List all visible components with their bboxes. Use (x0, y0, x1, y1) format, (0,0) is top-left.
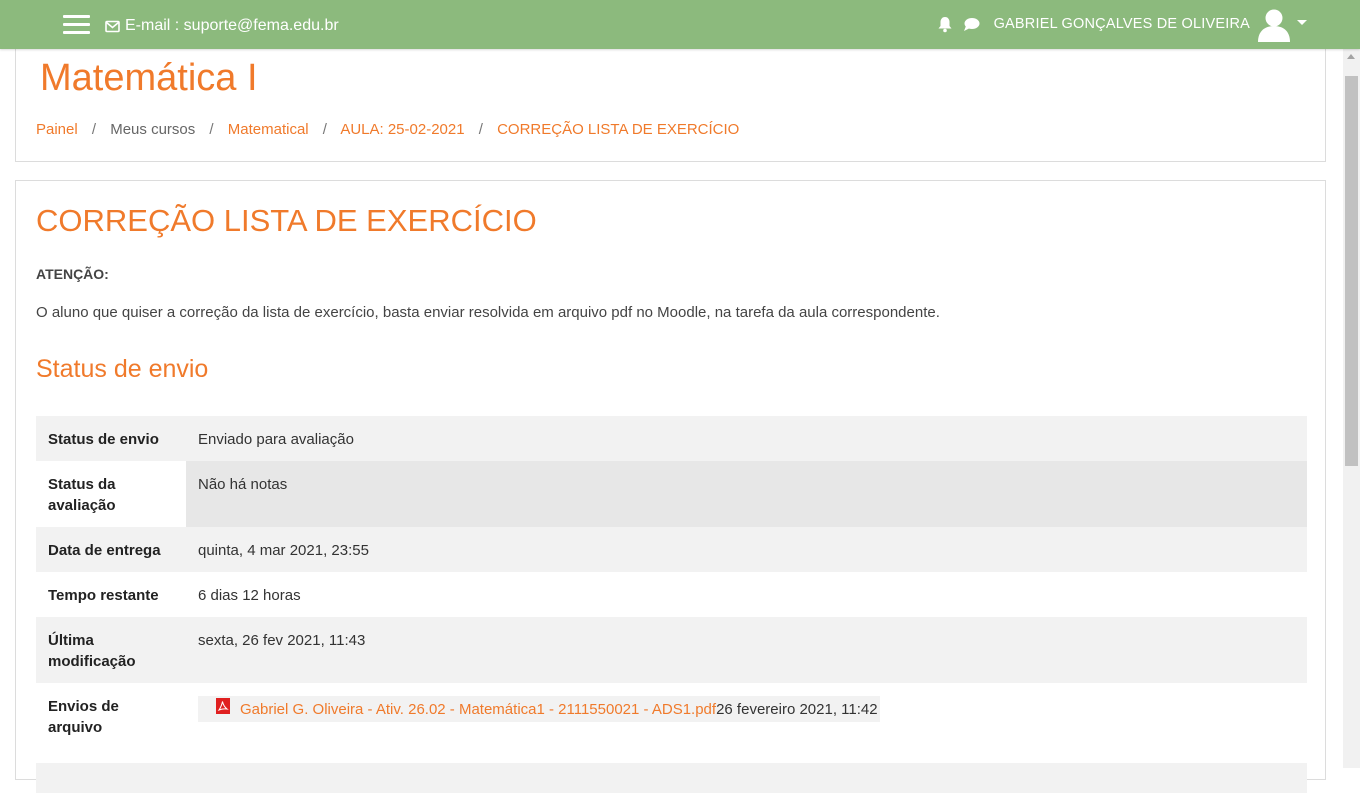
assignment-content: CORREÇÃO LISTA DE EXERCÍCIO ATENÇÃO: O a… (15, 180, 1326, 793)
submission-status-table: Status de envio Enviado para avaliação S… (36, 416, 1307, 793)
page-header: Matemática I Painel / Meus cursos / Mate… (15, 43, 1326, 162)
caret-down-icon[interactable] (1297, 20, 1307, 25)
grading-status-value: Não há notas (186, 461, 1307, 527)
breadcrumb-course[interactable]: Matematical (228, 121, 309, 138)
table-row: Tempo restante 6 dias 12 horas (36, 572, 1307, 617)
support-email: E-mail : suporte@fema.edu.br (105, 16, 339, 36)
scroll-up-arrow-icon[interactable] (1347, 54, 1355, 59)
submitted-file: Gabriel G. Oliveira - Ativ. 26.02 - Mate… (198, 696, 880, 722)
user-name[interactable]: GABRIEL GONÇALVES DE OLIVEIRA (994, 16, 1250, 32)
breadcrumb-separator: / (209, 121, 214, 138)
table-row: Data de entrega quinta, 4 mar 2021, 23:5… (36, 527, 1307, 572)
table-row: Última modificação sexta, 26 fev 2021, 1… (36, 617, 1307, 683)
status-value: Enviado para avaliação (186, 416, 1307, 461)
scrollbar-thumb[interactable] (1345, 76, 1358, 466)
support-email-label: E-mail : suporte@fema.edu.br (125, 17, 339, 34)
page-scrollbar[interactable] (1343, 49, 1360, 768)
breadcrumb-painel[interactable]: Painel (36, 121, 78, 138)
last-modified-value: sexta, 26 fev 2021, 11:43 (186, 617, 1307, 683)
due-date-label: Data de entrega (36, 527, 186, 572)
user-avatar-icon[interactable] (1256, 6, 1307, 42)
due-date-value: quinta, 4 mar 2021, 23:55 (186, 527, 1307, 572)
breadcrumb: Painel / Meus cursos / Matematical / AUL… (36, 121, 739, 138)
envelope-icon (105, 20, 120, 33)
chat-icon[interactable] (963, 17, 980, 32)
course-title: Matemática I (40, 57, 258, 99)
time-remaining-label: Tempo restante (48, 587, 159, 604)
user-menu-area: GABRIEL GONÇALVES DE OLIVEIRA (937, 6, 1307, 42)
breadcrumb-meus-cursos: Meus cursos (110, 121, 196, 138)
submitted-file-date: 26 fevereiro 2021, 11:42 (716, 700, 878, 718)
bell-icon[interactable] (937, 16, 953, 33)
time-remaining-value: 6 dias 12 horas (198, 587, 301, 604)
assignment-description: O aluno que quiser a correção da lista d… (36, 304, 940, 321)
submitted-file-link[interactable]: Gabriel G. Oliveira - Ativ. 26.02 - Mate… (240, 699, 716, 720)
attention-label: ATENÇÃO: (36, 266, 109, 282)
breadcrumb-separator: / (91, 121, 97, 138)
menu-icon[interactable] (63, 15, 90, 35)
breadcrumb-section[interactable]: AULA: 25-02-2021 (340, 121, 464, 138)
top-navbar: E-mail : suporte@fema.edu.br GABRIEL GON… (0, 0, 1360, 49)
pdf-icon (216, 698, 230, 720)
status-label: Status de envio (36, 416, 186, 461)
table-row: Status de envio Enviado para avaliação (36, 416, 1307, 461)
grading-status-label: Status da avaliação (48, 476, 116, 514)
table-row: Status da avaliação Não há notas (36, 461, 1307, 527)
activity-title: CORREÇÃO LISTA DE EXERCÍCIO (36, 203, 537, 238)
last-modified-label: Última modificação (36, 617, 186, 683)
breadcrumb-activity[interactable]: CORREÇÃO LISTA DE EXERCÍCIO (497, 121, 739, 138)
submission-status-heading: Status de envio (36, 355, 209, 383)
file-submissions-value: Gabriel G. Oliveira - Ativ. 26.02 - Mate… (186, 683, 1307, 763)
table-row: Envios de arquivo Gabriel G. Oliveira - … (36, 683, 1307, 763)
breadcrumb-separator: / (478, 121, 483, 138)
breadcrumb-separator: / (322, 121, 327, 138)
file-submissions-label: Envios de arquivo (48, 698, 119, 736)
